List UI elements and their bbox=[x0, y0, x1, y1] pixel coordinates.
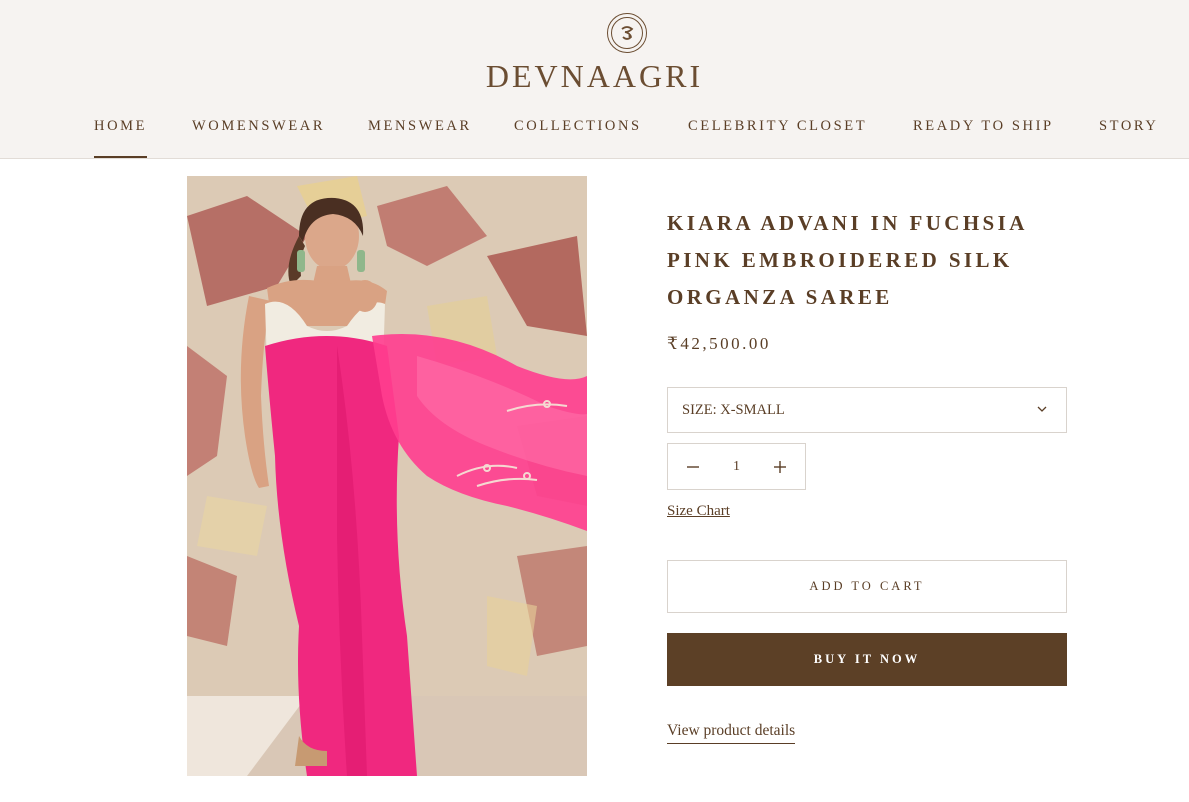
nav-item-story[interactable]: STORY bbox=[1099, 118, 1158, 135]
add-to-cart-button[interactable]: ADD TO CART bbox=[667, 560, 1067, 613]
main-nav: HOME WOMENSWEAR MENSWEAR COLLECTIONS CEL… bbox=[0, 118, 1189, 159]
view-product-details-link[interactable]: View product details bbox=[667, 722, 796, 744]
nav-item-womenswear[interactable]: WOMENSWEAR bbox=[192, 118, 325, 135]
nav-item-collections[interactable]: COLLECTIONS bbox=[514, 118, 642, 135]
minus-icon bbox=[687, 465, 699, 468]
buy-it-now-button[interactable]: BUY IT NOW bbox=[667, 633, 1067, 686]
product-price: ₹42,500.00 bbox=[667, 334, 771, 353]
size-chart-link[interactable]: Size Chart bbox=[667, 503, 730, 520]
nav-item-home[interactable]: HOME bbox=[94, 118, 148, 158]
product-title-line2: PINK EMBROIDERED SILK bbox=[667, 248, 1013, 272]
product-image[interactable] bbox=[187, 176, 587, 776]
product-photo-illustration bbox=[187, 176, 587, 776]
nav-item-menswear[interactable]: MENSWEAR bbox=[368, 118, 472, 135]
quantity-decrease-button[interactable] bbox=[670, 444, 716, 489]
nav-item-celebrity-closet[interactable]: CELEBRITY CLOSET bbox=[688, 118, 867, 135]
product-title-line1: KIARA ADVANI IN FUCHSIA bbox=[667, 211, 1028, 235]
nav-item-ready-to-ship[interactable]: READY TO SHIP bbox=[913, 118, 1054, 135]
site-header: DEVNAAGRI HOME WOMENSWEAR MENSWEAR COLLE… bbox=[0, 0, 1189, 159]
quantity-stepper: 1 bbox=[667, 443, 806, 490]
plus-icon bbox=[774, 460, 786, 473]
product-title: KIARA ADVANI IN FUCHSIA PINK EMBROIDERED… bbox=[667, 205, 1087, 316]
quantity-increase-button[interactable] bbox=[757, 444, 803, 489]
product-title-line3: ORGANZA SAREE bbox=[667, 285, 893, 309]
quantity-value[interactable]: 1 bbox=[714, 444, 759, 489]
size-select-value: SIZE: X-SMALL bbox=[682, 401, 785, 418]
brand-logo-icon[interactable] bbox=[607, 13, 647, 53]
chevron-down-icon bbox=[1037, 406, 1047, 412]
brand-name[interactable]: DEVNAAGRI bbox=[0, 58, 1189, 95]
size-select[interactable]: SIZE: X-SMALL bbox=[667, 387, 1067, 433]
